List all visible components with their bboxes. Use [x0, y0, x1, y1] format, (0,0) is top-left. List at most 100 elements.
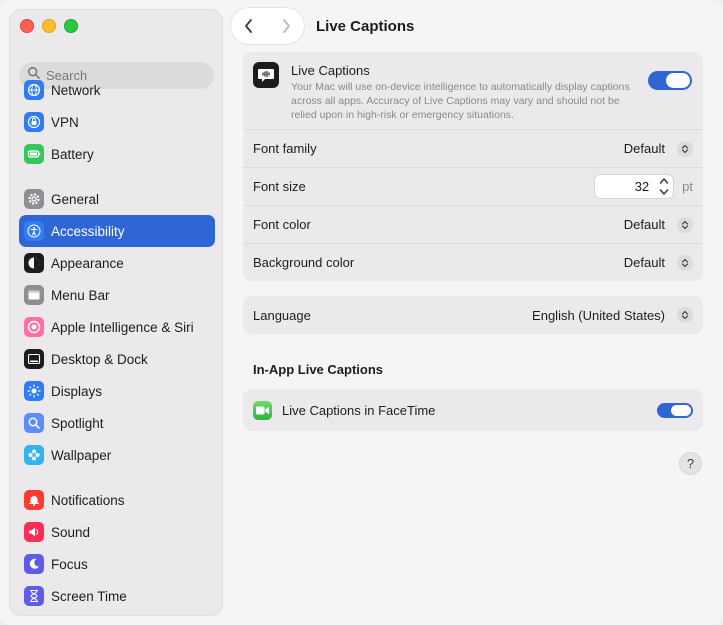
in-app-captions-heading: In-App Live Captions [253, 362, 383, 377]
font-size-label: Font size [253, 179, 306, 194]
displays-icon [24, 381, 44, 401]
network-icon [24, 80, 44, 100]
sidebar-item-vpn[interactable]: VPN [19, 106, 215, 138]
sidebar-item-label: Network [51, 82, 101, 98]
navigation-buttons [231, 8, 304, 44]
language-row: Language English (United States) [243, 296, 703, 334]
sidebar-item-label: Desktop & Dock [51, 351, 148, 367]
facetime-captions-row: Live Captions in FaceTime [243, 389, 703, 431]
appearance-icon [24, 253, 44, 273]
sidebar-item-label: Menu Bar [51, 287, 110, 303]
background-color-label: Background color [253, 255, 355, 270]
sidebar-item-displays[interactable]: Displays [19, 375, 215, 407]
live-captions-title: Live Captions [291, 63, 370, 78]
language-label: Language [253, 307, 311, 323]
sidebar-item-accessibility[interactable]: Accessibility [19, 215, 215, 247]
focus-icon [24, 554, 44, 574]
font-family-value[interactable]: Default [624, 141, 665, 156]
toolbar: Live Captions [231, 8, 414, 44]
sidebar-item-wallpaper[interactable]: Wallpaper [19, 439, 215, 471]
sidebar-item-label: Focus [51, 556, 88, 572]
facetime-captions-toggle[interactable] [657, 402, 693, 418]
sidebar-item-label: Wallpaper [51, 447, 112, 463]
chevron-right-icon [282, 19, 290, 33]
facetime-icon [253, 400, 272, 420]
sidebar-item-label: General [51, 191, 100, 207]
font-family-popup-icon[interactable] [677, 140, 693, 157]
live-captions-description: Your Mac will use on-device intelligence… [291, 81, 630, 121]
siri-icon [24, 317, 44, 337]
sidebar-item-label: Apple Intelligence & Siri [51, 319, 194, 335]
back-button[interactable] [235, 12, 263, 40]
sidebar-item-notifications[interactable]: Notifications [19, 484, 215, 516]
dock-icon [24, 349, 44, 369]
live-captions-row: Live Captions Your Mac will use on-devic… [243, 52, 703, 129]
font-color-label: Font color [253, 217, 311, 232]
font-size-stepper[interactable] [658, 176, 670, 197]
background-color-value[interactable]: Default [624, 255, 665, 270]
font-size-row: Font size 32 pt [243, 167, 703, 205]
facetime-captions-label: Live Captions in FaceTime [282, 402, 436, 418]
sidebar-item-label: Accessibility [51, 223, 125, 239]
live-captions-app-icon [253, 62, 279, 88]
vpn-icon [24, 112, 44, 132]
language-card: Language English (United States) [243, 296, 703, 334]
close-window-button[interactable] [20, 19, 34, 33]
sidebar-item-label: VPN [51, 114, 79, 130]
sidebar-item-label: Sound [51, 524, 91, 540]
live-captions-toggle[interactable] [648, 71, 692, 90]
sidebar-item-sound[interactable]: Sound [19, 516, 215, 548]
sidebar-item-spotlight[interactable]: Spotlight [19, 407, 215, 439]
font-color-popup-icon[interactable] [677, 216, 693, 233]
sidebar-item-label: Battery [51, 146, 94, 162]
facetime-card: Live Captions in FaceTime [243, 389, 703, 431]
sidebar-item-battery[interactable]: Battery [19, 138, 215, 170]
font-size-unit: pt [682, 179, 693, 194]
font-family-label: Font family [253, 141, 317, 156]
traffic-lights [20, 19, 78, 33]
sidebar-item-menu-bar[interactable]: Menu Bar [19, 279, 215, 311]
sidebar-item-focus[interactable]: Focus [19, 548, 215, 580]
sidebar: Network VPN Battery General Accessibility Ap… [9, 9, 223, 616]
language-value[interactable]: English (United States) [532, 308, 665, 323]
chevron-left-icon [245, 19, 253, 33]
wallpaper-icon [24, 445, 44, 465]
battery-icon [24, 144, 44, 164]
sidebar-item-appearance[interactable]: Appearance [19, 247, 215, 279]
settings-window: Network VPN Battery General Accessibility Ap… [0, 0, 723, 625]
sidebar-item-network[interactable]: Network [19, 74, 215, 106]
sidebar-item-screen-time[interactable]: Screen Time [19, 580, 215, 612]
help-button[interactable]: ? [679, 452, 702, 475]
accessibility-icon [24, 221, 44, 241]
zoom-window-button[interactable] [64, 19, 78, 33]
sidebar-item-label: Spotlight [51, 415, 104, 431]
page-title: Live Captions [316, 17, 415, 35]
minimize-window-button[interactable] [42, 19, 56, 33]
font-color-value[interactable]: Default [624, 217, 665, 232]
sidebar-item-label: Screen Time [51, 588, 127, 604]
font-size-field[interactable]: 32 [594, 174, 675, 199]
screentime-icon [24, 586, 44, 606]
background-color-row: Background color Default [243, 243, 703, 281]
spotlight-icon [24, 413, 44, 433]
live-captions-card: Live Captions Your Mac will use on-devic… [243, 52, 703, 281]
forward-button[interactable] [272, 12, 300, 40]
sound-icon [24, 522, 44, 542]
sidebar-item-apple-intelligence-siri[interactable]: Apple Intelligence & Siri [19, 311, 215, 343]
sidebar-item-desktop-dock[interactable]: Desktop & Dock [19, 343, 215, 375]
sidebar-item-label: Appearance [51, 255, 124, 271]
sidebar-group-network: Network VPN Battery [19, 74, 215, 170]
menubar-icon [24, 285, 44, 305]
sidebar-item-label: Notifications [51, 492, 125, 508]
font-family-row: Font family Default [243, 129, 703, 167]
gear-icon [24, 189, 44, 209]
sidebar-item-label: Displays [51, 383, 103, 399]
sidebar-group-system: General Accessibility Appearance Menu Bar Ap… [19, 183, 215, 471]
sidebar-item-general[interactable]: General [19, 183, 215, 215]
language-popup-icon[interactable] [677, 307, 693, 323]
font-size-value[interactable]: 32 [635, 179, 649, 194]
background-color-popup-icon[interactable] [677, 254, 693, 271]
font-color-row: Font color Default [243, 205, 703, 243]
notifications-icon [24, 490, 44, 510]
sidebar-group-notifications: Notifications Sound Focus Screen Time [19, 484, 215, 612]
